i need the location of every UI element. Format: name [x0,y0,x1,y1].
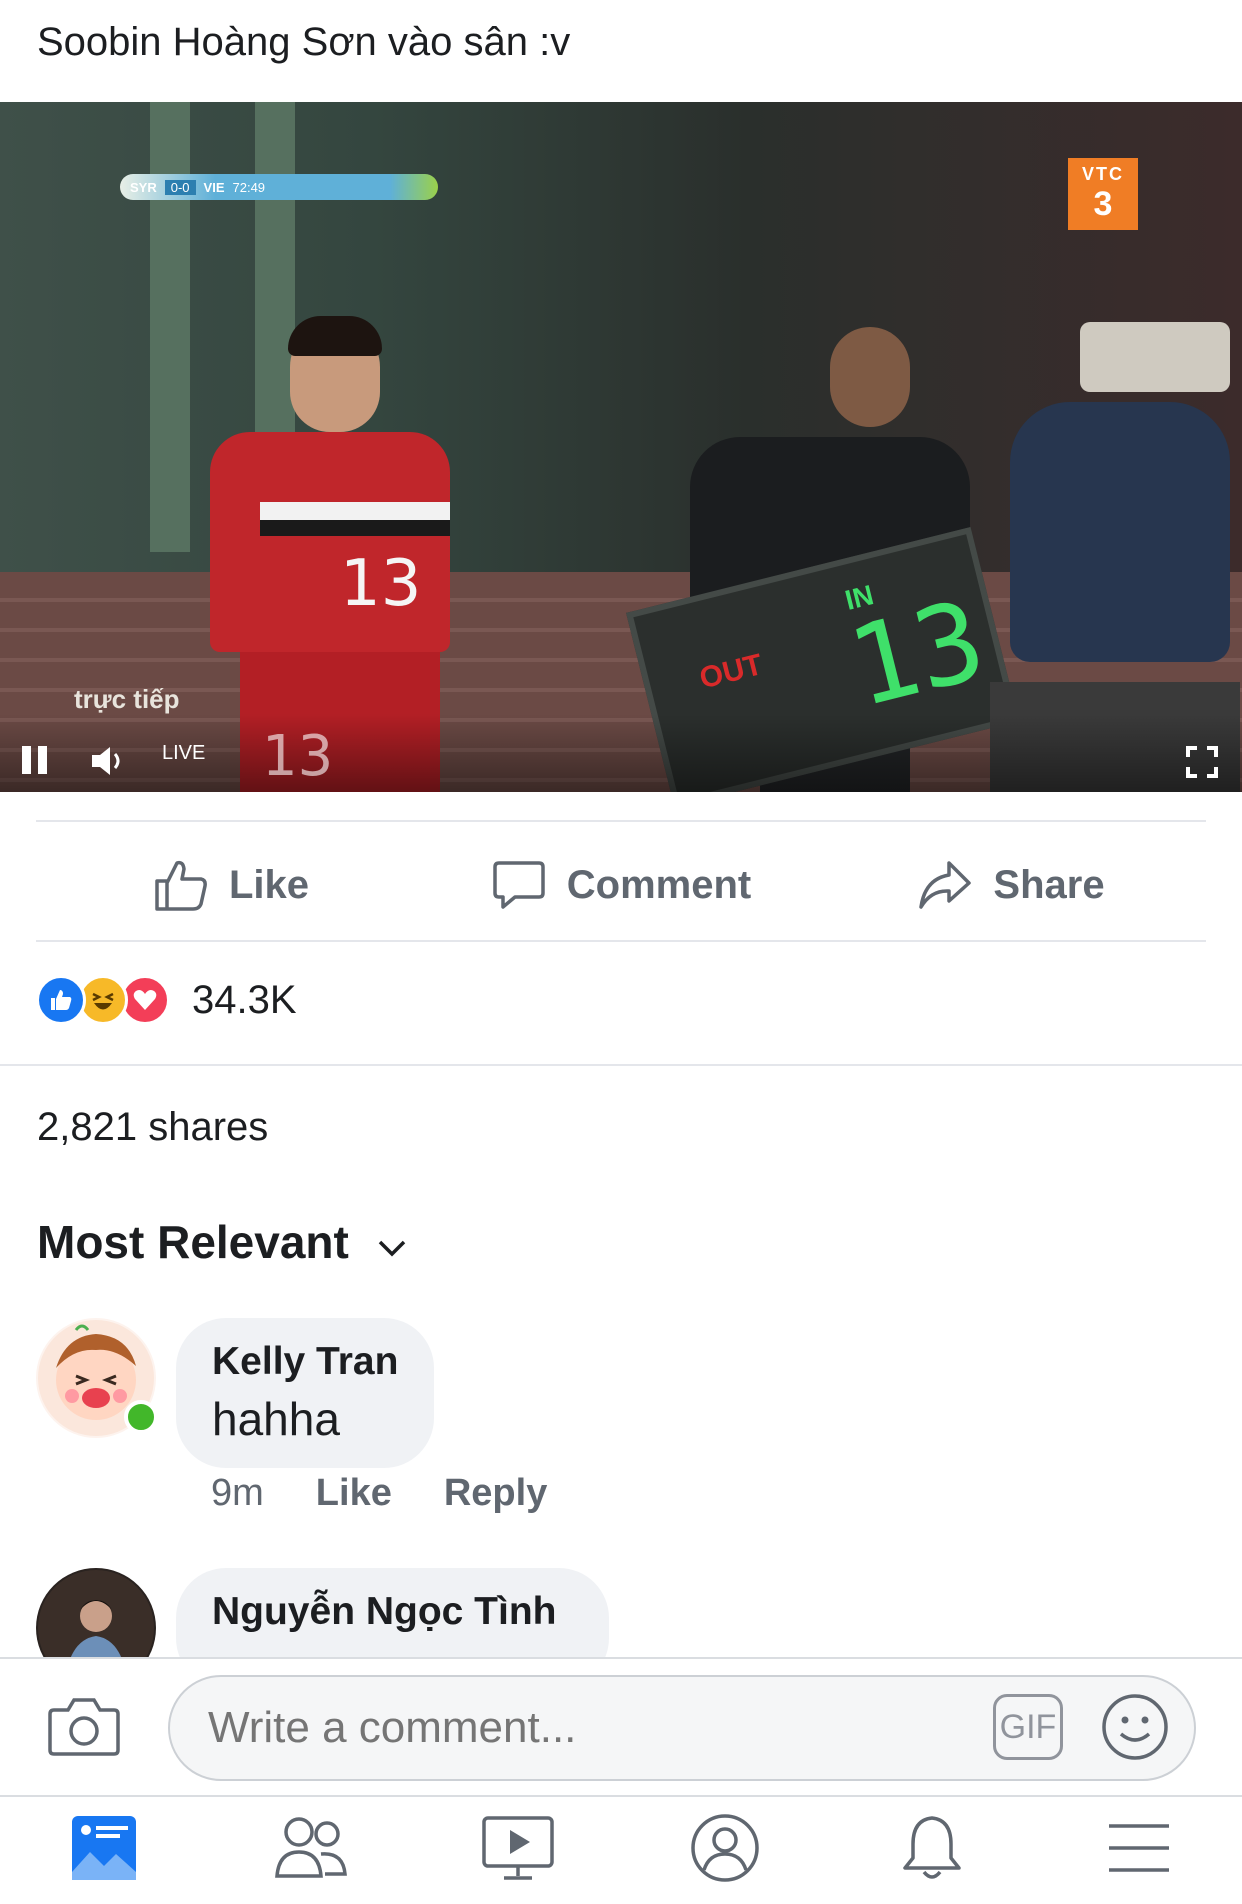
chevron-down-icon [377,1215,407,1269]
comment-label: Comment [566,862,752,907]
comment-item: Kelly Tran hahha [36,1318,435,1468]
like-reaction-icon [36,975,86,1025]
away-team: VIE [203,179,225,195]
tab-news-feed[interactable] [0,1797,207,1904]
gif-button[interactable]: GIF [993,1694,1063,1760]
comment-icon [491,857,547,913]
live-label: LIVE [162,742,206,764]
jersey-number: 13 [340,547,422,621]
tab-friends[interactable] [207,1797,414,1904]
online-status-dot [124,1400,158,1434]
video-player[interactable]: 13 OUT IN 13 SYR 0-0 VIE 72:49 VTC 3 trự… [0,102,1242,792]
post-caption: Soobin Hoàng Sơn vào sân :v [37,20,571,64]
channel-logo-top: VTC [1082,164,1124,184]
bottom-tab-bar [0,1795,1242,1904]
divider [0,1064,1242,1066]
like-label: Like [228,862,310,907]
home-team: SYR [130,179,157,195]
divider [36,940,1206,942]
score-bug: SYR 0-0 VIE 72:49 [120,174,438,200]
comment-bubble[interactable]: Kelly Tran hahha [176,1318,435,1468]
match-clock: 72:49 [232,179,266,195]
pause-icon[interactable] [22,746,48,774]
fullscreen-icon[interactable] [1186,746,1218,778]
camera-icon[interactable] [48,1694,120,1758]
comment-reply-link[interactable]: Reply [444,1472,547,1515]
board-out-label: OUT [696,648,766,696]
overlay-number: 13 [262,724,334,789]
tab-menu[interactable] [1035,1797,1242,1904]
reaction-count: 34.3K [192,977,297,1022]
like-button[interactable]: Like [36,825,426,945]
live-caption: trực tiếp [74,684,180,714]
post-actions: Like Comment Share [36,825,1206,945]
tab-notifications[interactable] [828,1797,1035,1904]
comment-time: 9m [211,1472,264,1514]
tab-watch[interactable] [414,1797,621,1904]
notifications-icon [899,1812,965,1889]
comment-author[interactable]: Nguyễn Ngọc Tình [212,1590,557,1634]
share-icon [917,857,973,913]
comment-text: hahha [212,1393,340,1445]
sort-label: Most Relevant [37,1216,349,1268]
share-button[interactable]: Share [816,825,1206,945]
menu-icon [1106,1820,1172,1881]
reactions-summary[interactable]: 34.3K [36,975,297,1025]
video-controls: LIVE 13 [0,714,1242,792]
emoji-icon[interactable] [1100,1692,1170,1762]
divider [36,820,1206,822]
tab-profile[interactable] [621,1797,828,1904]
friends-icon [273,1812,349,1889]
news-feed-icon [68,1812,140,1889]
channel-logo-bottom: 3 [1093,185,1113,223]
share-label: Share [993,862,1105,907]
comment-sort-dropdown[interactable]: Most Relevant [37,1215,407,1269]
comment-meta: 9m Like Reply [211,1472,547,1515]
comment-like-link[interactable]: Like [316,1472,392,1515]
stadium-pillar [150,102,190,552]
like-icon [153,857,209,913]
watch-icon [480,1812,556,1889]
volume-icon[interactable] [90,744,128,778]
comment-author[interactable]: Kelly Tran [212,1340,398,1384]
profile-icon [689,1812,761,1889]
comment-button[interactable]: Comment [426,825,816,945]
match-score: 0-0 [164,179,196,195]
channel-logo: VTC 3 [1068,158,1138,230]
comment-composer: GIF [0,1657,1242,1795]
shares-count[interactable]: 2,821 shares [37,1105,268,1150]
